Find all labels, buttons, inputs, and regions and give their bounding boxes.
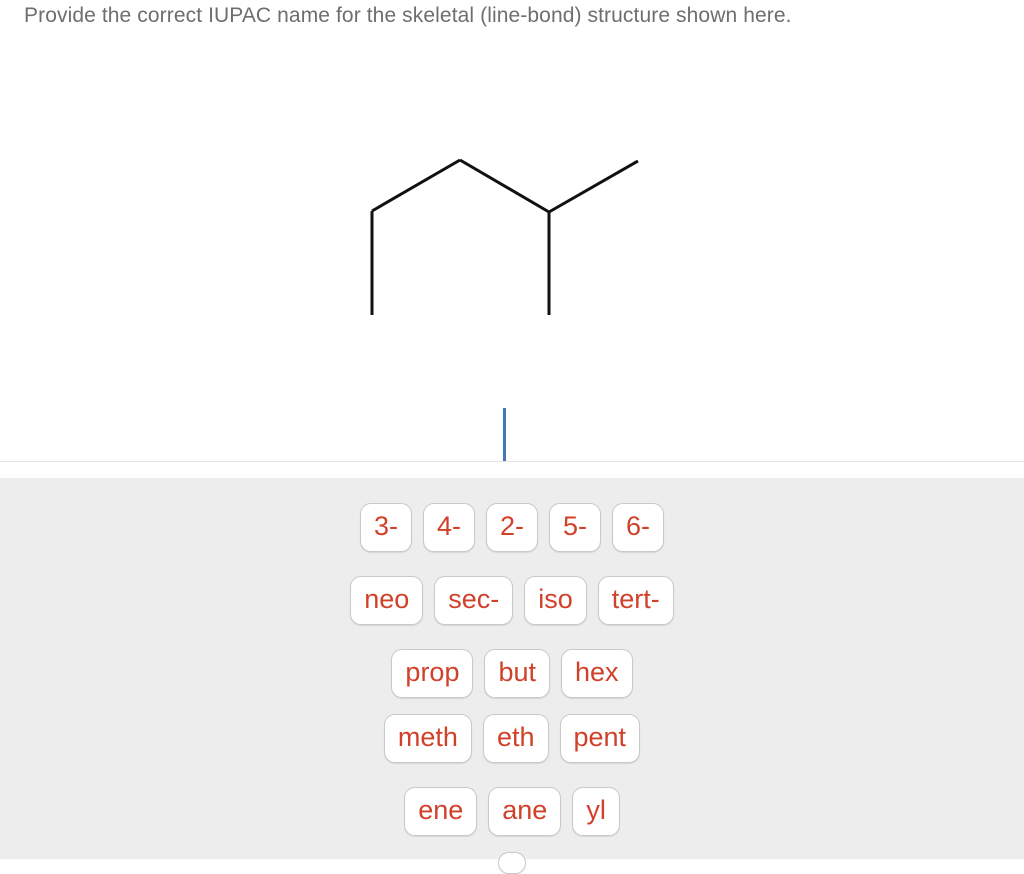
bond-3: [459, 158, 550, 214]
token-button[interactable]: 4-: [422, 503, 475, 552]
token-button[interactable]: 5-: [549, 503, 602, 552]
token-button[interactable]: prop: [391, 649, 474, 698]
token-button[interactable]: pent: [559, 714, 641, 763]
question-area: Provide the correct IUPAC name for the s…: [0, 0, 1024, 462]
token-row-roots-lower: meth eth pent: [0, 714, 1024, 763]
token-keypad-panel: 3- 4- 2- 5- 6- neo sec- iso tert- prop b…: [0, 478, 1024, 874]
token-button[interactable]: ane: [488, 787, 562, 836]
panel-divider: [0, 461, 1024, 462]
token-button[interactable]: [498, 852, 526, 874]
token-button[interactable]: hex: [561, 649, 633, 698]
token-button[interactable]: 2-: [485, 503, 538, 552]
skeletal-structure-svg: [370, 158, 639, 315]
skeletal-structure-figure: [340, 140, 670, 340]
bond-5: [548, 159, 639, 214]
token-button[interactable]: tert-: [597, 576, 674, 625]
page-title: Provide the correct IUPAC name for the s…: [24, 4, 792, 27]
bond-2: [371, 158, 461, 213]
token-row-roots-upper: prop but hex: [0, 649, 1024, 698]
token-button[interactable]: sec-: [434, 576, 514, 625]
token-button[interactable]: meth: [383, 714, 472, 763]
token-button[interactable]: neo: [350, 576, 424, 625]
token-button[interactable]: 6-: [612, 503, 665, 552]
token-row-clipped: [0, 852, 1024, 874]
answer-input[interactable]: [0, 380, 1024, 462]
token-row-locants: 3- 4- 2- 5- 6-: [0, 503, 1024, 552]
token-button[interactable]: eth: [482, 714, 549, 763]
token-button[interactable]: iso: [524, 576, 587, 625]
token-button[interactable]: ene: [404, 787, 478, 836]
token-button[interactable]: 3-: [359, 503, 412, 552]
token-button[interactable]: but: [484, 649, 551, 698]
token-row-prefixes: neo sec- iso tert-: [0, 576, 1024, 625]
token-row-suffixes: ene ane yl: [0, 787, 1024, 836]
token-button[interactable]: yl: [572, 787, 620, 836]
text-caret: [503, 408, 506, 462]
